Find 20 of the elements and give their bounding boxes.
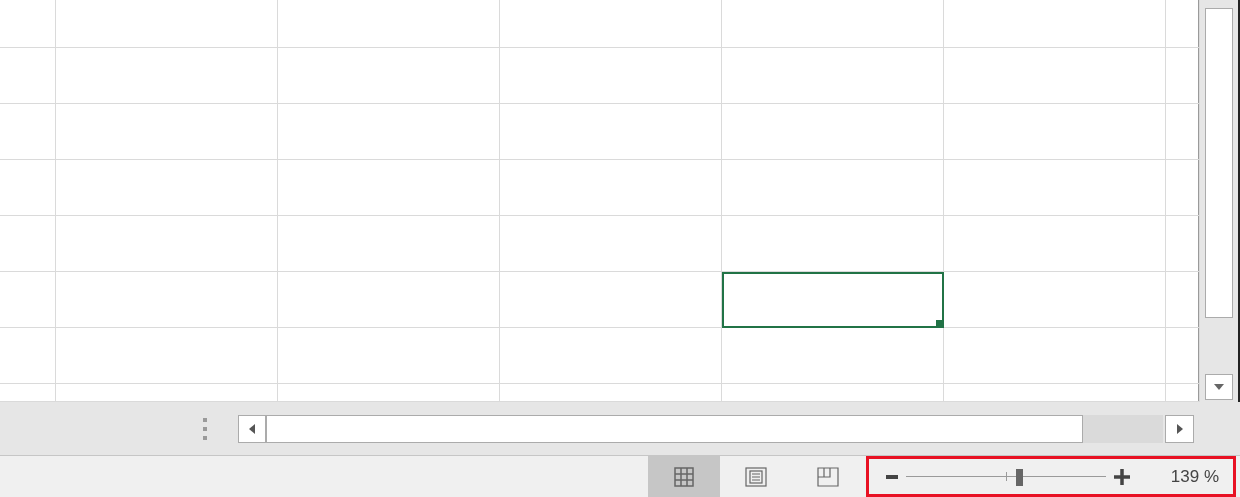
right-arrow-icon: [1176, 423, 1183, 434]
split-handle-icon[interactable]: [203, 417, 207, 440]
plus-icon: [1114, 468, 1130, 485]
scrollbar-thumb[interactable]: [1205, 8, 1233, 318]
slider-thumb[interactable]: [1016, 468, 1023, 486]
zoom-slider[interactable]: [906, 466, 1106, 487]
down-arrow-icon: [1214, 384, 1224, 390]
scroll-right-button[interactable]: [1165, 414, 1194, 443]
page-icon: [745, 466, 767, 487]
zoom-in-button[interactable]: [1114, 466, 1130, 487]
scroll-left-button[interactable]: [238, 414, 266, 443]
grid-view-icon: [674, 466, 694, 487]
vertical-scrollbar[interactable]: [1200, 0, 1240, 402]
zoom-percentage[interactable]: 139 %: [1170, 463, 1219, 490]
left-arrow-icon: [249, 423, 255, 434]
page-break-icon: [817, 466, 839, 487]
view-button[interactable]: [648, 456, 720, 497]
minus-icon: [886, 474, 898, 479]
scroll-down-button[interactable]: [1205, 374, 1233, 400]
table-cell[interactable]: [722, 272, 944, 328]
